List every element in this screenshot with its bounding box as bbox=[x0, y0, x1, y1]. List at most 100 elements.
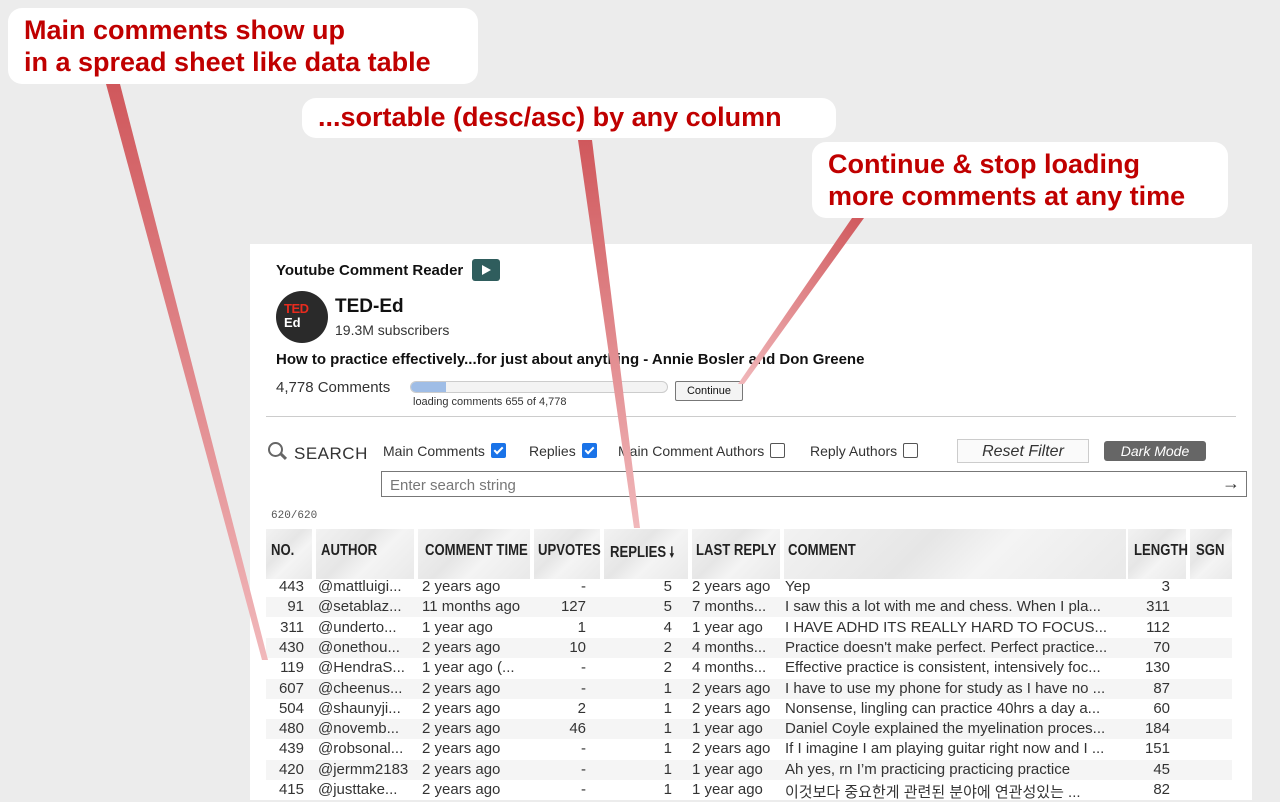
table-row[interactable]: 439 @robsonal... 2 years ago - 1 2 years ago I… bbox=[266, 739, 1232, 759]
filter-reply-authors[interactable]: Reply Authors bbox=[810, 443, 919, 459]
column-header-length[interactable]: LENGTH bbox=[1134, 542, 1188, 560]
cell-comment[interactable]: Nonsense, lingling can practice 40hrs a … bbox=[785, 700, 1121, 717]
filter-main-comments[interactable]: Main Comments bbox=[383, 443, 506, 459]
cell-upvotes: - bbox=[581, 578, 586, 595]
callout-text: Continue & stop loading bbox=[828, 149, 1140, 179]
column-header-comment[interactable]: COMMENT bbox=[788, 542, 856, 560]
video-title[interactable]: How to practice effectively...for just a… bbox=[276, 351, 864, 368]
cell-comment[interactable]: I saw this a lot with me and chess. When… bbox=[785, 598, 1121, 615]
cell-replies[interactable]: 1 bbox=[620, 680, 672, 697]
column-header-sgn[interactable]: SGN bbox=[1196, 542, 1224, 560]
table-row[interactable]: 443 @mattluigi... 2 years ago - 5 2 years ago… bbox=[266, 577, 1232, 597]
table-row[interactable]: 311 @underto... 1 year ago 1 4 1 year ago I HA… bbox=[266, 618, 1232, 638]
shown-count: 620/620 bbox=[271, 510, 318, 522]
cell-replies[interactable]: 1 bbox=[620, 761, 672, 778]
cell-author[interactable]: @setablaz... bbox=[318, 598, 410, 615]
search-label: SEARCH bbox=[294, 444, 368, 463]
filter-label: Main Comment Authors bbox=[618, 443, 765, 459]
cell-length: 151 bbox=[1144, 740, 1170, 758]
cell-length: 82 bbox=[1153, 781, 1170, 798]
filter-label: Reply Authors bbox=[810, 443, 898, 459]
cell-upvotes: - bbox=[581, 679, 586, 697]
column-header-no[interactable]: NO. bbox=[271, 542, 294, 560]
cell-comment-time: 1 year ago bbox=[422, 618, 493, 636]
channel-name[interactable]: TED-Ed bbox=[335, 296, 404, 318]
cell-comment[interactable]: Effective practice is consistent, intens… bbox=[785, 659, 1121, 676]
cell-upvotes: 10 bbox=[569, 638, 586, 656]
table-row[interactable]: 91 @setablaz... 11 months ago 127 5 7 months.… bbox=[266, 597, 1232, 618]
table-row[interactable]: 415 @justtake... 2 years ago - 1 1 year ago 이것… bbox=[266, 780, 1232, 802]
search-input[interactable] bbox=[388, 473, 1212, 497]
callout-continue: Continue & stop loading more comments at… bbox=[812, 142, 1228, 218]
cell-upvotes: - bbox=[581, 659, 586, 677]
cell-replies[interactable]: 2 bbox=[620, 639, 672, 656]
filter-main-comment-authors[interactable]: Main Comment Authors bbox=[618, 443, 786, 459]
cell-author[interactable]: @novemb... bbox=[318, 720, 410, 737]
column-header-comment-time[interactable]: COMMENT TIME bbox=[425, 542, 528, 560]
cell-length: 3 bbox=[1161, 578, 1170, 595]
cell-comment[interactable]: Daniel Coyle explained the myelination p… bbox=[785, 720, 1121, 737]
youtube-play-icon[interactable] bbox=[472, 259, 500, 281]
channel-avatar[interactable]: TED Ed bbox=[276, 291, 328, 343]
cell-comment[interactable]: I have to use my phone for study as I ha… bbox=[785, 680, 1121, 697]
cell-comment[interactable]: 이것보다 중요한게 관련된 분야에 연관성있는 ... bbox=[785, 781, 1121, 802]
cell-author[interactable]: @justtake... bbox=[318, 781, 410, 798]
cell-replies[interactable]: 4 bbox=[620, 619, 672, 636]
cell-no: 420 bbox=[278, 760, 304, 778]
cell-author[interactable]: @cheenus... bbox=[318, 680, 410, 697]
cell-replies[interactable]: 5 bbox=[620, 598, 672, 615]
cell-author[interactable]: @shaunyji... bbox=[318, 700, 410, 717]
column-header-replies[interactable]: REPLIES 🠗 bbox=[610, 542, 674, 566]
column-header-author[interactable]: AUTHOR bbox=[321, 542, 377, 560]
reply-authors-checkbox[interactable] bbox=[903, 443, 919, 458]
cell-length: 311 bbox=[1146, 598, 1170, 616]
column-header-upvotes[interactable]: UPVOTES bbox=[538, 542, 601, 560]
callout-pointer bbox=[106, 84, 268, 660]
cell-comment[interactable]: I HAVE ADHD ITS REALLY HARD TO FOCUS... bbox=[785, 619, 1121, 636]
cell-upvotes: 127 bbox=[560, 598, 586, 616]
cell-comment[interactable]: Ah yes, rn I’m practicing practicing pra… bbox=[785, 761, 1121, 778]
filter-replies[interactable]: Replies bbox=[529, 443, 597, 459]
cell-author[interactable]: @robsonal... bbox=[318, 740, 410, 757]
table-row[interactable]: 607 @cheenus... 2 years ago - 1 2 years ago I … bbox=[266, 678, 1232, 699]
cell-author[interactable]: @onethou... bbox=[318, 639, 410, 656]
column-header-last-reply[interactable]: LAST REPLY bbox=[696, 542, 776, 560]
arrow-right-icon[interactable]: → bbox=[1222, 473, 1240, 494]
cell-last-reply: 2 years ago bbox=[692, 740, 771, 758]
cell-author[interactable]: @jermm2183 bbox=[318, 761, 410, 778]
cell-no: 607 bbox=[278, 679, 304, 697]
table-row[interactable]: 119 @HendraS... 1 year ago (... - 2 4 months.… bbox=[266, 658, 1232, 678]
cell-replies[interactable]: 1 bbox=[620, 700, 672, 717]
table-row[interactable]: 430 @onethou... 2 years ago 10 2 4 months... P… bbox=[266, 637, 1232, 658]
comment-reader-panel: Youtube Comment Reader TED Ed TED-Ed 19.… bbox=[250, 244, 1252, 802]
replies-checkbox[interactable] bbox=[581, 443, 597, 458]
cell-no: 443 bbox=[278, 578, 304, 595]
cell-replies[interactable]: 1 bbox=[620, 720, 672, 737]
cell-comment[interactable]: Practice doesn't make perfect. Perfect p… bbox=[785, 639, 1121, 656]
cell-no: 480 bbox=[278, 720, 304, 738]
table-row[interactable]: 420 @jermm2183 2 years ago - 1 1 year ago Ah y… bbox=[266, 759, 1232, 780]
cell-last-reply: 2 years ago bbox=[692, 578, 771, 595]
cell-author[interactable]: @underto... bbox=[318, 619, 410, 636]
main-comments-checkbox[interactable] bbox=[490, 443, 506, 458]
cell-comment-time: 2 years ago bbox=[422, 781, 501, 798]
table-row[interactable]: 480 @novemb... 2 years ago 46 1 1 year ago Dan… bbox=[266, 719, 1232, 740]
cell-length: 184 bbox=[1144, 720, 1170, 738]
cell-replies[interactable]: 2 bbox=[620, 659, 672, 676]
continue-button[interactable]: Continue bbox=[675, 381, 743, 401]
dark-mode-button[interactable]: Dark Mode bbox=[1104, 441, 1206, 461]
cell-comment[interactable]: Yep bbox=[785, 578, 1121, 595]
table-row[interactable]: 504 @shaunyji... 2 years ago 2 1 2 years ago N… bbox=[266, 699, 1232, 719]
cell-last-reply: 7 months... bbox=[692, 598, 767, 616]
cell-last-reply: 4 months... bbox=[692, 638, 767, 656]
reset-filter-button[interactable]: Reset Filter bbox=[957, 439, 1089, 463]
cell-replies[interactable]: 5 bbox=[620, 578, 672, 595]
cell-author[interactable]: @HendraS... bbox=[318, 659, 410, 676]
cell-last-reply: 2 years ago bbox=[692, 679, 771, 697]
cell-replies[interactable]: 1 bbox=[620, 740, 672, 757]
cell-replies[interactable]: 1 bbox=[620, 781, 672, 798]
main-comment-authors-checkbox[interactable] bbox=[770, 443, 786, 458]
cell-author[interactable]: @mattluigi... bbox=[318, 578, 410, 595]
cell-no: 504 bbox=[278, 699, 304, 717]
cell-comment[interactable]: If I imagine I am playing guitar right n… bbox=[785, 740, 1121, 757]
